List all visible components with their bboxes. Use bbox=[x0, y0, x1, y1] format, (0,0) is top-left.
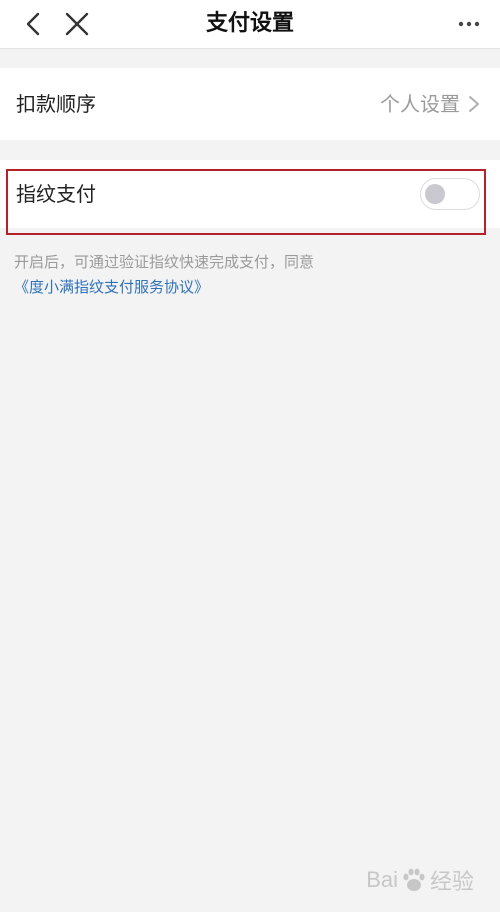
watermark-text-left: Bai bbox=[366, 867, 398, 892]
chevron-right-icon bbox=[469, 96, 479, 112]
fingerprint-pay-row: 指纹支付 bbox=[0, 160, 500, 228]
fingerprint-pay-label: 指纹支付 bbox=[16, 182, 96, 206]
fingerprint-pay-toggle[interactable] bbox=[420, 178, 480, 210]
watermark-text-right: 经验 bbox=[429, 869, 474, 894]
agreement-link[interactable]: 《度小满指纹支付服务协议》 bbox=[14, 278, 209, 296]
baidu-jingyan-watermark: Bai 经验 bbox=[366, 862, 474, 898]
more-horizontal-icon[interactable] bbox=[458, 20, 480, 28]
fingerprint-description: 开启后，可通过验证指纹快速完成支付，同意 《度小满指纹支付服务协议》 bbox=[14, 250, 484, 300]
deduct-order-value: 个人设置 bbox=[380, 92, 460, 116]
top-nav-bar: 支付设置 bbox=[0, 0, 500, 49]
description-text: 开启后，可通过验证指纹快速完成支付，同意 bbox=[14, 253, 315, 271]
page-title: 支付设置 bbox=[205, 11, 294, 36]
toggle-knob bbox=[425, 184, 445, 204]
deduct-order-row[interactable]: 扣款顺序 个人设置 bbox=[0, 68, 500, 140]
deduct-order-label: 扣款顺序 bbox=[16, 92, 96, 116]
paw-icon bbox=[403, 868, 425, 891]
